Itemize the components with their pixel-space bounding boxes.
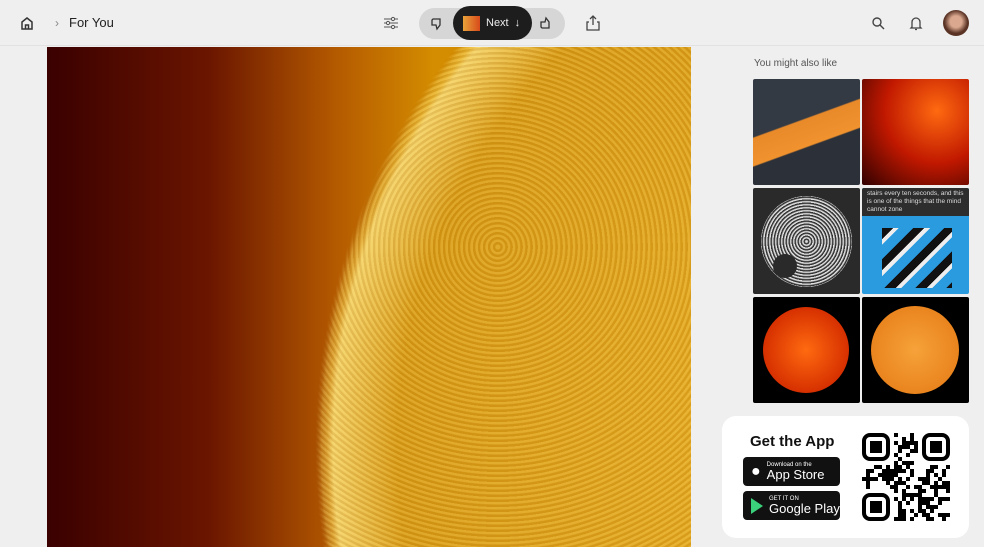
search-icon[interactable] — [869, 14, 887, 32]
sun-surface — [47, 47, 691, 547]
breadcrumb-for-you[interactable]: For You — [69, 15, 114, 30]
share-icon[interactable] — [584, 13, 602, 33]
next-label: Next — [486, 17, 509, 29]
tile-caption: stairs every ten seconds, and this is on… — [862, 188, 969, 216]
next-button[interactable]: Next ↓ — [453, 6, 532, 40]
get-the-app-card: Get the App ● Download on the App Store GE… — [722, 416, 969, 538]
home-icon[interactable] — [18, 14, 36, 32]
related-pin-stairs[interactable]: stairs every ten seconds, and this is on… — [862, 188, 969, 294]
related-pin-orange-sun[interactable] — [862, 297, 969, 403]
bell-icon[interactable] — [907, 14, 925, 32]
app-store-button[interactable]: ● Download on the App Store — [743, 457, 840, 486]
app-store-label: App Store — [766, 467, 825, 482]
get-app-title: Get the App — [750, 433, 835, 450]
related-title: You might also like — [754, 58, 838, 69]
arrow-down-icon: ↓ — [514, 17, 521, 29]
qr-code — [862, 433, 950, 521]
related-grid: stairs every ten seconds, and this is on… — [753, 79, 969, 403]
filter-icon[interactable] — [382, 14, 400, 32]
avatar[interactable] — [943, 10, 969, 36]
google-play-label: Google Play — [769, 501, 840, 516]
google-play-icon — [751, 497, 763, 514]
related-pin-flare[interactable] — [862, 79, 969, 185]
logo-icon — [463, 15, 480, 31]
top-bar: › For You Next ↓ — [0, 0, 984, 46]
chevron-right-icon: › — [55, 16, 59, 30]
thumbs-up-icon[interactable] — [537, 14, 555, 32]
main-pin-image[interactable] — [47, 47, 691, 547]
apple-icon: ● — [751, 462, 761, 480]
related-pin-dune[interactable] — [753, 79, 860, 185]
thumbs-down-icon[interactable] — [428, 15, 446, 33]
related-pin-maze[interactable] — [753, 188, 860, 294]
related-pin-red-sun[interactable] — [753, 297, 860, 403]
google-play-button[interactable]: GET IT ON Google Play — [743, 491, 840, 520]
